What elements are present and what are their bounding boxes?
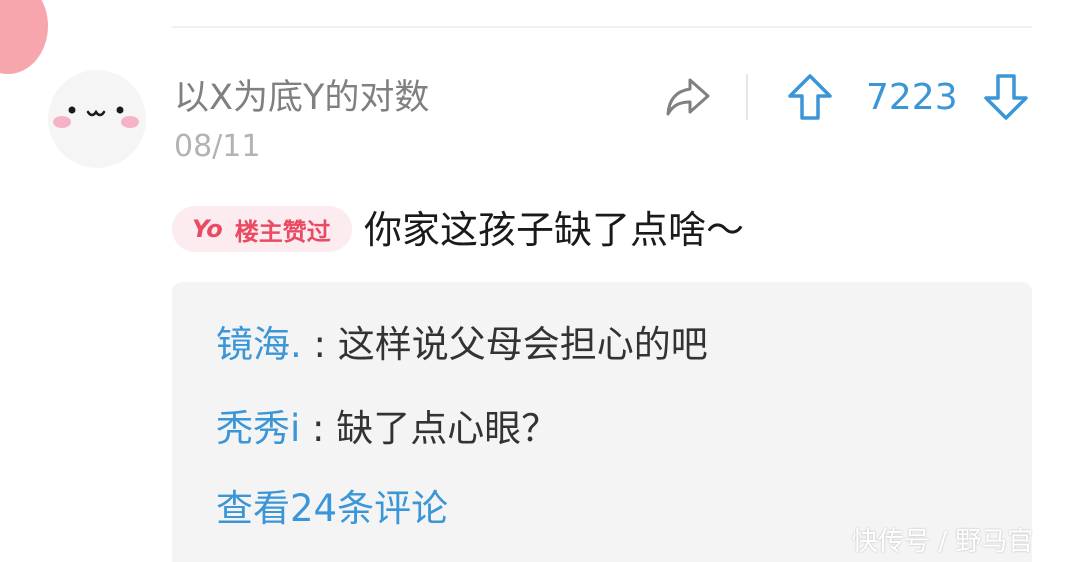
reply-text: 这样说父母会担心的吧 [337,323,708,366]
reply-author[interactable]: 秃秀i [216,407,300,450]
username[interactable]: 以X为底Y的对数 [174,76,429,120]
share-arrow-icon [666,78,710,116]
replies-box[interactable]: 镜海. : 这样说父母会担心的吧 秃秀i : 缺了点心眼？ 查看24条评论 [172,282,1032,562]
downvote-button[interactable] [982,72,1030,122]
comment-card: 神 以X为底Y的对数 08/11 7223 Yo 楼主赞过 你家这孩子缺了点啥～ [0,0,1080,562]
share-button[interactable] [664,74,712,120]
reply-author[interactable]: 镜海. [216,323,302,366]
upvote-button[interactable] [786,72,834,122]
author-liked-label: 楼主赞过 [234,217,331,246]
avatar[interactable] [48,70,146,168]
view-more-replies-link[interactable]: 查看24条评论 [216,486,448,532]
post-date: 08/11 [174,129,261,164]
watermark: 快传号 / 野马官 [852,527,1034,557]
comment-text: 你家这孩子缺了点啥～ [364,208,745,252]
down-arrow-icon [984,74,1028,120]
reply-item[interactable]: 镜海. : 这样说父母会担心的吧 [216,322,708,368]
reply-separator: : [312,407,325,450]
vote-count: 7223 [866,77,958,118]
top-divider [172,26,1032,28]
god-comment-badge: 神 [0,0,48,74]
action-divider [746,74,748,120]
reply-separator: : [313,323,326,366]
up-arrow-icon [788,74,832,120]
reply-text: 缺了点心眼？ [336,407,559,450]
kaomoji-face-icon [53,106,139,128]
yo-logo: Yo [192,215,223,243]
author-liked-badge: Yo 楼主赞过 [172,206,352,252]
reply-item[interactable]: 秃秀i : 缺了点心眼？ [216,406,558,452]
